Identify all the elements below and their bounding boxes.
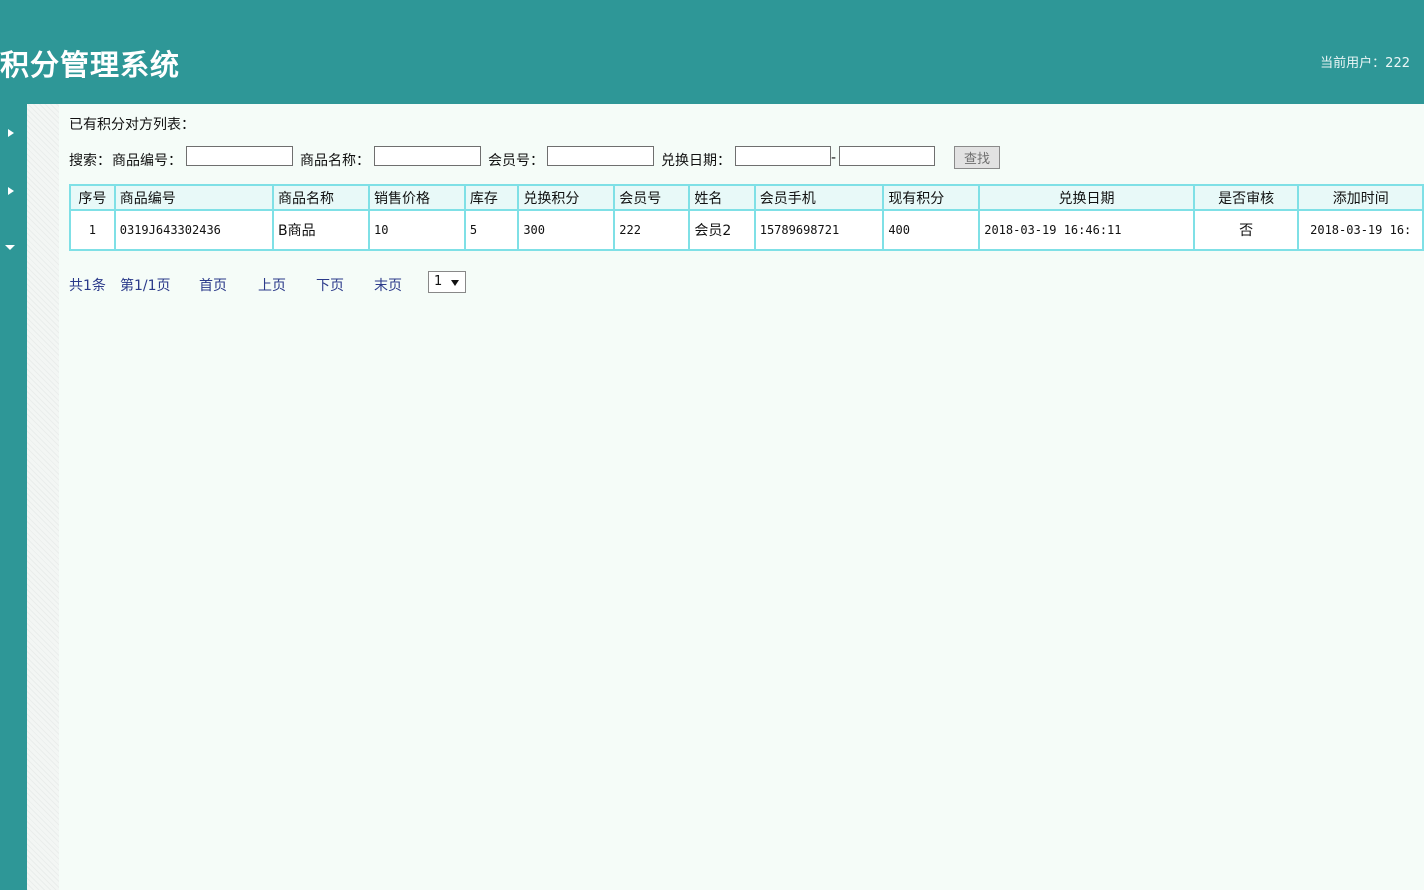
chevron-down-icon [451, 280, 459, 286]
next-page-link[interactable]: 下页 [316, 275, 344, 295]
product-name-label: 商品名称： [300, 153, 370, 169]
column-header: 序号 [69, 184, 116, 211]
column-header: 销售价格 [367, 184, 466, 211]
column-header: 商品编号 [113, 184, 275, 211]
date-from-input[interactable] [735, 146, 831, 166]
column-header: 姓名 [688, 184, 756, 211]
column-header: 会员号 [613, 184, 691, 211]
main-content: 已有积分对方列表： 搜索： 商品编号： 商品名称： 会员号： 兑换日期： - 查… [59, 104, 1424, 890]
column-header: 是否审核 [1192, 184, 1300, 211]
table-row: 1 0319J643302436 B商品 10 5 300 222 会员2 15… [69, 209, 1424, 251]
page-select[interactable]: 1 [428, 271, 466, 293]
table-cell: 2018-03-19 16: [1297, 209, 1424, 251]
table-cell: 15789698721 [753, 209, 885, 251]
column-header: 现有积分 [882, 184, 981, 211]
exchange-date-label: 兑换日期： [661, 153, 731, 169]
prev-page-link[interactable]: 上页 [258, 275, 286, 295]
last-page-link[interactable]: 末页 [374, 275, 402, 295]
table-cell: 0319J643302436 [113, 209, 275, 251]
caret-right-icon[interactable] [8, 187, 14, 195]
header: 积分管理系统 当前用户：222 [0, 0, 1424, 104]
table-cell: 10 [367, 209, 466, 251]
table-cell: B商品 [272, 209, 370, 251]
table-cell: 300 [517, 209, 616, 251]
app-title: 积分管理系统 [0, 48, 181, 82]
table-header-row: 序号 商品编号 商品名称 销售价格 库存 兑换积分 会员号 姓名 会员手机 现有… [69, 184, 1424, 211]
date-to-input[interactable] [839, 146, 935, 166]
splitter-strip [27, 104, 59, 890]
table-cell: 222 [613, 209, 691, 251]
column-header: 兑换日期 [978, 184, 1195, 211]
table-cell: 会员2 [688, 209, 756, 251]
search-label: 搜索： [69, 153, 111, 169]
column-header: 会员手机 [753, 184, 885, 211]
product-code-label: 商品编号： [112, 153, 182, 169]
caret-down-icon[interactable] [5, 245, 15, 250]
left-rail [0, 104, 27, 890]
date-separator: - [831, 150, 837, 166]
table-cell: 否 [1192, 209, 1300, 251]
table-cell: 400 [882, 209, 981, 251]
table-cell: 1 [69, 209, 116, 251]
product-name-input[interactable] [374, 146, 481, 166]
table-cell: 2018-03-19 16:46:11 [978, 209, 1195, 251]
product-code-input[interactable] [186, 146, 293, 166]
first-page-link[interactable]: 首页 [199, 275, 227, 295]
search-bar: 搜索： 商品编号： 商品名称： 会员号： 兑换日期： - 查找 [69, 146, 1069, 170]
member-no-label: 会员号： [488, 153, 544, 169]
member-no-input[interactable] [547, 146, 654, 166]
page-select-value: 1 [434, 274, 443, 289]
table-cell: 5 [463, 209, 520, 251]
column-header: 商品名称 [272, 184, 370, 211]
pager-total: 共1条 [69, 278, 106, 294]
column-header: 添加时间 [1297, 184, 1424, 211]
exchange-table: 序号 商品编号 商品名称 销售价格 库存 兑换积分 会员号 姓名 会员手机 现有… [69, 184, 1424, 251]
search-button[interactable]: 查找 [954, 146, 1000, 169]
column-header: 库存 [463, 184, 520, 211]
column-header: 兑换积分 [517, 184, 616, 211]
pager: 共1条 第1/1页 首页 上页 下页 末页 1 [69, 271, 769, 295]
pager-page-info: 第1/1页 [120, 278, 171, 294]
current-user-label: 当前用户：222 [1320, 56, 1410, 71]
list-heading: 已有积分对方列表： [69, 117, 195, 133]
caret-right-icon[interactable] [8, 129, 14, 137]
